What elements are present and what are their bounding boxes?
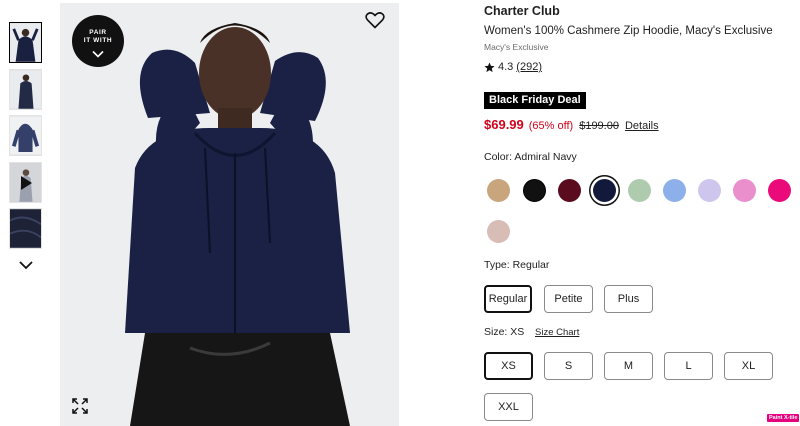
swatch-black[interactable] bbox=[523, 179, 546, 202]
type-petite-button[interactable]: Petite bbox=[544, 285, 593, 313]
brand-name[interactable]: Charter Club bbox=[484, 4, 560, 18]
product-main-image[interactable]: PAIR IT WITH bbox=[60, 3, 399, 426]
thumbnail-side[interactable] bbox=[9, 68, 42, 110]
rating-value: 4.3 bbox=[498, 61, 514, 73]
size-chart-link[interactable]: Size Chart bbox=[535, 327, 579, 338]
size-xs-button[interactable]: XS bbox=[484, 352, 533, 380]
size-label: Size: XS bbox=[484, 326, 525, 338]
swatch-pink[interactable] bbox=[733, 179, 756, 202]
expand-icon[interactable] bbox=[72, 398, 88, 414]
swatch-admiral-navy[interactable] bbox=[593, 179, 616, 202]
swatch-blush-heather[interactable] bbox=[487, 220, 510, 243]
review-count-link[interactable]: (292) bbox=[516, 61, 542, 73]
chevron-down-icon bbox=[92, 50, 104, 58]
thumbnail-video[interactable] bbox=[9, 161, 42, 203]
color-label: Color: Admiral Navy bbox=[484, 151, 577, 163]
black-friday-badge: Black Friday Deal bbox=[484, 92, 586, 109]
rating-summary: 4.3 (292) bbox=[484, 61, 542, 73]
size-m-button[interactable]: M bbox=[604, 352, 653, 380]
swatch-burgundy[interactable] bbox=[558, 179, 581, 202]
pair-it-with-button[interactable]: PAIR IT WITH bbox=[72, 15, 124, 67]
pair-label-line1: PAIR bbox=[89, 29, 107, 36]
sale-price: $69.99 bbox=[484, 117, 524, 132]
type-regular-button[interactable]: Regular bbox=[484, 285, 532, 313]
model-photo bbox=[60, 3, 399, 426]
thumbnail-image bbox=[10, 69, 41, 109]
type-label: Type: Regular bbox=[484, 259, 550, 271]
pair-it-with-label: PAIR IT WITH bbox=[72, 15, 124, 45]
thumbnail-image bbox=[10, 23, 41, 62]
swatch-camel[interactable] bbox=[487, 179, 510, 202]
thumbnail-flat[interactable] bbox=[9, 115, 42, 156]
thumbnail-image bbox=[10, 209, 41, 248]
heart-icon[interactable] bbox=[365, 11, 385, 29]
chevron-down-icon[interactable] bbox=[18, 258, 34, 272]
swatch-hot-pink[interactable] bbox=[768, 179, 791, 202]
size-xxl-button[interactable]: XXL bbox=[484, 393, 533, 421]
size-l-button[interactable]: L bbox=[664, 352, 713, 380]
original-price: $199.00 bbox=[579, 120, 619, 132]
size-s-button[interactable]: S bbox=[544, 352, 593, 380]
discount-percent: (65% off) bbox=[528, 120, 574, 132]
pair-label-line2: IT WITH bbox=[83, 37, 113, 44]
swatch-sage[interactable] bbox=[628, 179, 651, 202]
exclusive-label: Macy's Exclusive bbox=[484, 42, 549, 52]
play-icon bbox=[21, 175, 32, 190]
size-xl-button[interactable]: XL bbox=[724, 352, 773, 380]
price-row: $69.99 (65% off) $199.00 Details bbox=[484, 117, 659, 132]
swatch-light-blue[interactable] bbox=[663, 179, 686, 202]
star-icon bbox=[484, 61, 495, 72]
product-title: Women's 100% Cashmere Zip Hoodie, Macy's… bbox=[484, 25, 773, 37]
swatch-lavender[interactable] bbox=[698, 179, 721, 202]
thumbnail-detail[interactable] bbox=[9, 208, 42, 249]
thumbnail-strip bbox=[9, 22, 43, 255]
corner-extension-badge[interactable]: Paint X-tile bbox=[767, 414, 800, 422]
type-plus-button[interactable]: Plus bbox=[604, 285, 653, 313]
thumbnail-image bbox=[10, 116, 41, 155]
price-details-link[interactable]: Details bbox=[625, 120, 659, 132]
thumbnail-front[interactable] bbox=[9, 22, 42, 63]
